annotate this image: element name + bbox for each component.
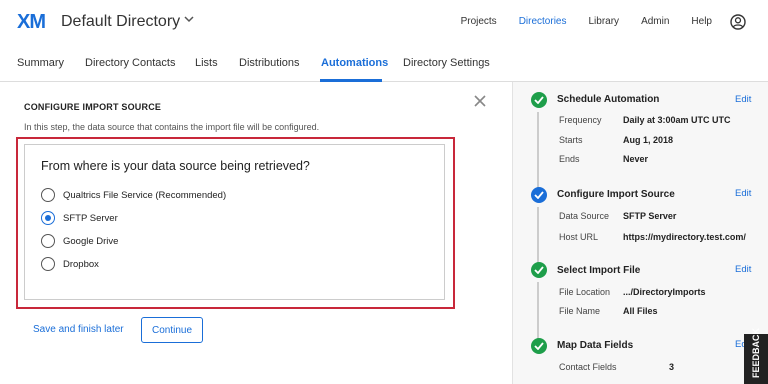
top-nav: Projects Directories Library Admin Help: [439, 16, 712, 27]
edit-import-file-link[interactable]: Edit: [735, 264, 751, 275]
nav-projects[interactable]: Projects: [461, 16, 497, 27]
option-google-drive[interactable]: Google Drive: [41, 234, 118, 248]
field-key: Ends: [559, 154, 580, 164]
option-label: Qualtrics File Service (Recommended): [63, 189, 227, 201]
field-key: Contact Fields: [559, 362, 617, 372]
step-title-schedule-automation: Schedule Automation: [557, 94, 660, 105]
option-qualtrics-file-service[interactable]: Qualtrics File Service (Recommended): [41, 188, 226, 202]
nav-library[interactable]: Library: [588, 16, 619, 27]
option-sftp-server[interactable]: SFTP Server: [41, 211, 118, 225]
check-icon: [531, 92, 547, 108]
field-value: 3: [669, 362, 675, 372]
field-key: File Location: [559, 287, 611, 297]
nav-admin[interactable]: Admin: [641, 16, 669, 27]
tab-lists[interactable]: Lists: [195, 57, 218, 69]
radio-button[interactable]: [41, 234, 55, 248]
close-icon[interactable]: [473, 94, 487, 108]
continue-button[interactable]: Continue: [141, 317, 203, 343]
field-key: Frequency: [559, 115, 602, 125]
tab-directory-settings[interactable]: Directory Settings: [403, 57, 490, 69]
user-avatar-icon[interactable]: [730, 14, 746, 30]
edit-import-source-link[interactable]: Edit: [735, 188, 751, 199]
radio-button[interactable]: [41, 188, 55, 202]
step-connector: [537, 207, 539, 267]
step-title-select-import-file: Select Import File: [557, 265, 641, 276]
tab-automations[interactable]: Automations: [321, 57, 388, 69]
option-label: Dropbox: [63, 258, 99, 270]
field-key: Data Source: [559, 211, 610, 221]
field-value: All Files: [623, 306, 658, 316]
xm-logo[interactable]: XM: [17, 11, 46, 34]
data-source-question-card: From where is your data source being ret…: [24, 144, 445, 300]
option-label: SFTP Server: [63, 212, 118, 224]
field-value: https://mydirectory.test.com/: [623, 232, 746, 242]
field-key: Starts: [559, 135, 583, 145]
section-description: In this step, the data source that conta…: [24, 122, 320, 132]
field-value: .../DirectoryImports: [623, 287, 706, 297]
section-title: CONFIGURE IMPORT SOURCE: [24, 102, 162, 112]
radio-button-selected[interactable]: [41, 211, 55, 225]
field-key: File Name: [559, 306, 601, 316]
directory-tabs: Summary Directory Contacts Lists Distrib…: [0, 46, 768, 82]
field-value: Never: [623, 154, 649, 164]
automation-steps-sidebar: Schedule Automation Edit Frequency Daily…: [512, 82, 768, 384]
save-and-finish-later-link[interactable]: Save and finish later: [33, 324, 124, 335]
field-value: Aug 1, 2018: [623, 135, 674, 145]
edit-schedule-link[interactable]: Edit: [735, 94, 751, 105]
check-icon: [531, 338, 547, 354]
question-text: From where is your data source being ret…: [41, 159, 310, 173]
step-connector: [537, 282, 539, 340]
tab-distributions[interactable]: Distributions: [239, 57, 300, 69]
option-dropbox[interactable]: Dropbox: [41, 257, 99, 271]
step-title-configure-import-source: Configure Import Source: [557, 189, 675, 200]
field-value: Daily at 3:00am UTC UTC: [623, 115, 731, 125]
field-value: SFTP Server: [623, 211, 677, 221]
nav-help[interactable]: Help: [691, 16, 712, 27]
option-label: Google Drive: [63, 235, 119, 247]
feedback-tab[interactable]: FEEDBACK: [744, 328, 768, 384]
radio-button[interactable]: [41, 257, 55, 271]
field-key: Host URL: [559, 232, 599, 242]
directory-name[interactable]: Default Directory: [61, 13, 180, 31]
chevron-down-icon[interactable]: [184, 14, 194, 24]
check-icon: [531, 187, 547, 203]
top-bar: XM Default Directory Projects Directorie…: [0, 0, 768, 46]
feedback-label: FEEDBACK: [751, 327, 761, 378]
tab-directory-contacts[interactable]: Directory Contacts: [85, 57, 175, 69]
step-connector: [537, 112, 539, 192]
check-icon: [531, 262, 547, 278]
configure-import-panel: CONFIGURE IMPORT SOURCE In this step, th…: [0, 82, 512, 384]
nav-directories[interactable]: Directories: [519, 16, 567, 27]
step-title-map-data-fields: Map Data Fields: [557, 340, 634, 351]
tab-summary[interactable]: Summary: [17, 57, 64, 69]
